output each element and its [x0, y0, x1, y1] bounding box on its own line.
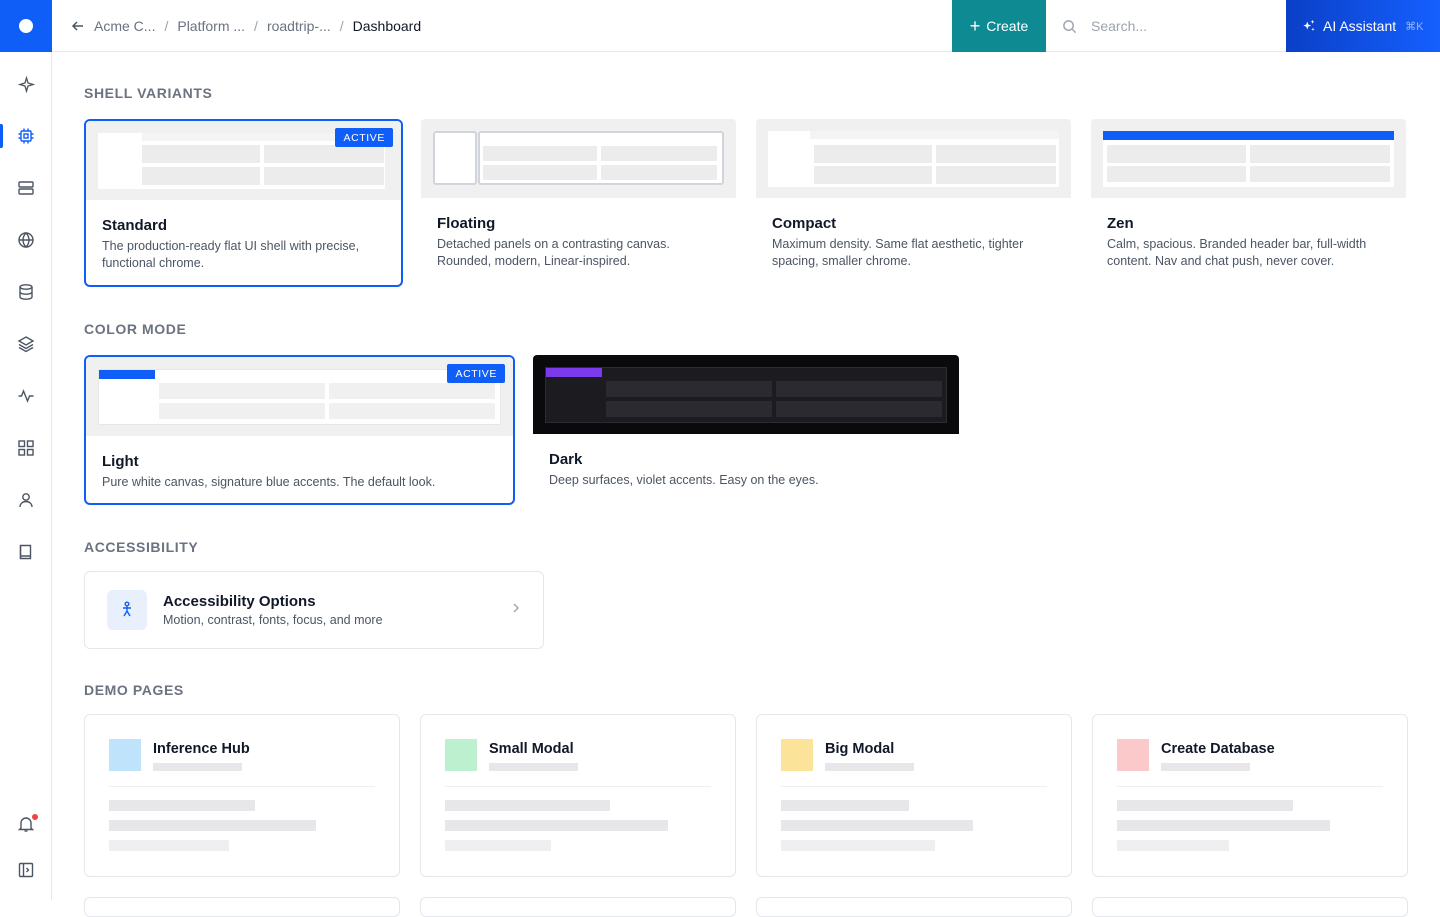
plus-icon: + — [969, 15, 981, 36]
accessibility-options-card[interactable]: Accessibility Options Motion, contrast, … — [84, 571, 544, 649]
demo-swatch — [109, 739, 141, 771]
breadcrumb-platform[interactable]: Platform ... — [177, 18, 245, 34]
variant-name: Compact — [772, 215, 837, 232]
section-title-demo: DEMO PAGES — [84, 682, 184, 698]
demo-page-card-peek — [756, 897, 1072, 917]
servers-icon[interactable] — [0, 168, 52, 208]
active-badge: ACTIVE — [447, 364, 505, 383]
grid-icon[interactable] — [0, 428, 52, 468]
logo-dot-icon — [19, 19, 33, 33]
active-badge: ACTIVE — [335, 128, 393, 147]
sparkles-icon — [1303, 19, 1315, 31]
bell-icon[interactable] — [0, 804, 52, 844]
sidebar — [0, 52, 52, 900]
zen-preview — [1091, 119, 1406, 198]
section-title-accessibility: ACCESSIBILITY — [84, 539, 199, 555]
demo-page-card[interactable]: Inference Hub — [84, 714, 400, 877]
demo-page-title: Big Modal — [825, 741, 895, 757]
accessibility-subtitle: Motion, contrast, fonts, focus, and more — [163, 613, 383, 627]
ai-shortcut-hint: ⌘K — [1405, 20, 1424, 33]
variant-description: Detached panels on a contrasting canvas.… — [437, 237, 670, 268]
mode-name: Dark — [549, 451, 583, 468]
chip-icon[interactable] — [0, 116, 52, 156]
dark-preview — [533, 355, 959, 434]
shell-variant-zen[interactable]: Zen Calm, spacious. Branded header bar, … — [1091, 119, 1406, 287]
variant-description: Calm, spacious. Branded header bar, full… — [1107, 237, 1367, 268]
back-arrow-icon[interactable] — [66, 14, 90, 38]
search-icon — [1063, 19, 1077, 33]
demo-page-title: Create Database — [1161, 741, 1275, 757]
chevron-right-icon — [513, 603, 519, 613]
floating-preview — [421, 119, 736, 198]
create-label: Create — [986, 18, 1029, 34]
demo-page-card-peek — [1092, 897, 1408, 917]
section-title-color: COLOR MODE — [84, 321, 187, 337]
search-bar[interactable] — [1046, 0, 1286, 52]
demo-page-card-peek — [420, 897, 736, 917]
demo-swatch — [445, 739, 477, 771]
breadcrumb-current: Dashboard — [352, 18, 422, 34]
panel-toggle-icon[interactable] — [0, 850, 52, 890]
sparkle-icon[interactable] — [0, 64, 52, 104]
breadcrumb: Acme C... / Platform ... / roadtrip-... … — [94, 0, 421, 52]
notification-dot — [32, 814, 38, 820]
demo-swatch — [781, 739, 813, 771]
variant-description: The production-ready flat UI shell with … — [102, 239, 360, 270]
search-input[interactable] — [1091, 18, 1261, 34]
demo-page-card-peek — [84, 897, 400, 917]
demo-page-title: Inference Hub — [153, 741, 250, 757]
user-icon[interactable] — [0, 480, 52, 520]
breadcrumb-project[interactable]: roadtrip-... — [267, 18, 331, 34]
accessibility-icon — [107, 590, 147, 630]
demo-swatch — [1117, 739, 1149, 771]
mode-name: Light — [102, 453, 139, 470]
breadcrumb-org[interactable]: Acme C... — [94, 18, 155, 34]
breadcrumb-separator: / — [164, 18, 169, 34]
shell-variant-floating[interactable]: Floating Detached panels on a contrastin… — [421, 119, 736, 287]
database-icon[interactable] — [0, 272, 52, 312]
accessibility-title: Accessibility Options — [163, 593, 316, 610]
shell-variant-compact[interactable]: Compact Maximum density. Same flat aesth… — [756, 119, 1071, 287]
book-icon[interactable] — [0, 532, 52, 572]
breadcrumb-separator: / — [339, 18, 344, 34]
ai-assistant-label: AI Assistant — [1323, 18, 1397, 34]
activity-icon[interactable] — [0, 376, 52, 416]
globe-icon[interactable] — [0, 220, 52, 260]
color-mode-light[interactable]: ACTIVE Light Pure white canvas, signatur… — [84, 355, 515, 505]
variant-description: Maximum density. Same flat aesthetic, ti… — [772, 237, 1024, 268]
demo-page-card[interactable]: Create Database — [1092, 714, 1408, 877]
demo-page-title: Small Modal — [489, 741, 574, 757]
breadcrumb-separator: / — [254, 18, 258, 34]
compact-preview — [756, 119, 1071, 198]
color-mode-dark[interactable]: Dark Deep surfaces, violet accents. Easy… — [533, 355, 959, 505]
layers-icon[interactable] — [0, 324, 52, 364]
ai-assistant-button[interactable]: AI Assistant ⌘K — [1286, 0, 1440, 52]
mode-description: Deep surfaces, violet accents. Easy on t… — [549, 473, 819, 487]
top-bar: Acme C... / Platform ... / roadtrip-... … — [0, 0, 1440, 52]
app-logo[interactable] — [0, 0, 52, 52]
variant-name: Floating — [437, 215, 496, 232]
mode-description: Pure white canvas, signature blue accent… — [102, 475, 436, 489]
demo-page-card[interactable]: Small Modal — [420, 714, 736, 877]
create-button[interactable]: + Create — [952, 0, 1046, 52]
variant-name: Zen — [1107, 215, 1134, 232]
main-content: SHELL VARIANTS ACTIVE Standard The produ… — [52, 52, 1440, 917]
variant-name: Standard — [102, 217, 168, 234]
section-title-shell: SHELL VARIANTS — [84, 85, 213, 101]
shell-variant-standard[interactable]: ACTIVE Standard The production-ready fla… — [84, 119, 403, 287]
demo-page-card[interactable]: Big Modal — [756, 714, 1072, 877]
